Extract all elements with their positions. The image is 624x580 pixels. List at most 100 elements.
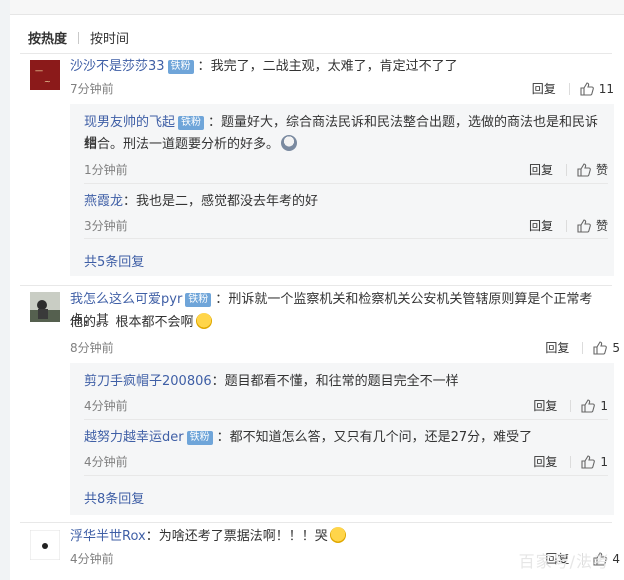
comment-body-line2: 他的。。根本都不会啊 <box>70 312 212 333</box>
comment-body: 浮华半世Rox：为啥还考了票据法啊！！！哭 <box>70 526 346 547</box>
thumbs-up-icon <box>581 454 596 469</box>
reply-time: 1分钟前 <box>84 163 128 177</box>
reply-text: 我也是二，感觉都没去年考的好 <box>136 194 319 209</box>
reply-username[interactable]: 剪刀手疯帽子200806 <box>84 374 212 389</box>
like-button[interactable]: 5 <box>593 341 620 355</box>
more-replies-link[interactable]: 共8条回复 <box>84 488 144 507</box>
fan-badge: 铁粉 <box>186 431 213 445</box>
action-divider <box>570 455 572 468</box>
reply-text: 题目都看不懂，和往常的题目完全不一样 <box>224 374 459 389</box>
comment-username[interactable]: 浮华半世Rox <box>70 529 146 544</box>
reply-actions: 回复 1 <box>533 397 608 414</box>
like-button[interactable]: 11 <box>580 82 614 96</box>
reply-divider <box>84 183 608 184</box>
comment-colon: ： <box>215 292 229 307</box>
comment-text: 为啥还考了票据法啊！！！哭 <box>158 529 328 544</box>
avatar-artwork-icon: 一 ~ <box>30 60 60 90</box>
avatar-photo-icon <box>30 292 60 322</box>
reply-button[interactable]: 回复 <box>532 80 556 97</box>
comment-colon: ： <box>145 529 159 544</box>
crying-face-emoji-icon <box>329 527 346 543</box>
reply-divider <box>84 238 608 239</box>
reply-time: 4分钟前 <box>84 399 128 413</box>
reply-body: 越努力越幸运der 铁粉 ：都不知道怎么答，又只有几个问，还是27分，难受了 <box>84 427 532 448</box>
thumbs-up-icon <box>593 340 608 355</box>
reply-colon: ： <box>211 374 225 389</box>
sort-bar: 按热度 按时间 <box>28 28 129 47</box>
comment-divider <box>20 522 612 523</box>
reply-text: 都不知道怎么答，又只有几个问，还是27分，难受了 <box>229 430 533 445</box>
reply-button[interactable]: 回复 <box>529 217 553 234</box>
like-count: 4 <box>612 551 620 566</box>
panel-top-edge <box>10 0 624 15</box>
like-count: 11 <box>598 81 614 96</box>
comment-username[interactable]: 沙沙不是莎莎33 <box>70 59 165 74</box>
reply-username[interactable]: 越努力越幸运der <box>84 430 184 445</box>
thumbs-up-icon <box>577 218 591 233</box>
reply-actions: 回复 赞 <box>529 217 608 234</box>
comment-time: 8分钟前 <box>70 341 114 355</box>
sort-divider <box>78 31 80 44</box>
like-count: 赞 <box>595 219 608 233</box>
comment-actions: 回复 11 <box>532 80 614 97</box>
fan-badge: 铁粉 <box>178 116 205 130</box>
svg-text:~: ~ <box>44 77 51 86</box>
avatar[interactable]: 一 ~ <box>30 60 60 90</box>
fan-badge: 铁粉 <box>167 60 194 74</box>
reply-actions: 回复 1 <box>533 453 608 470</box>
avatar-default-icon <box>29 529 61 561</box>
like-button[interactable]: 1 <box>581 455 608 469</box>
reply-text-continued: 结合。刑法一道题要分析的好多。 <box>84 137 280 152</box>
svg-text:一: 一 <box>35 67 43 76</box>
comment-body: 沙沙不是莎莎33 铁粉 ：我完了，二战主观，太难了，肯定过不了了 <box>70 56 458 77</box>
reply-button[interactable]: 回复 <box>533 453 557 470</box>
reply-actions: 回复 赞 <box>529 161 608 178</box>
reply-username[interactable]: 燕霞龙 <box>84 194 123 209</box>
reply-colon: ： <box>208 115 222 130</box>
crying-face-emoji-icon <box>195 313 212 329</box>
thumbs-up-icon <box>581 398 596 413</box>
action-divider <box>565 163 567 176</box>
comment-divider <box>20 53 612 54</box>
reply-divider <box>84 419 608 420</box>
watermark: 百家号/法考 <box>518 552 610 571</box>
reply-body: 燕霞龙：我也是二，感觉都没去年考的好 <box>84 191 318 212</box>
like-button[interactable]: 赞 <box>577 161 608 178</box>
more-replies-link[interactable]: 共5条回复 <box>84 251 144 270</box>
comment-time: 4分钟前 <box>70 552 114 566</box>
reply-time: 3分钟前 <box>84 219 128 233</box>
action-divider <box>565 219 567 232</box>
comment-time: 7分钟前 <box>70 82 114 96</box>
fan-badge: 铁粉 <box>185 293 212 307</box>
crying-face-emoji-icon <box>281 135 298 151</box>
reply-colon: ： <box>123 194 137 209</box>
reply-button[interactable]: 回复 <box>533 397 557 414</box>
reply-body-line2: 结合。刑法一道题要分析的好多。 <box>84 134 298 155</box>
comment-actions: 回复 5 <box>545 339 620 356</box>
avatar[interactable] <box>30 292 60 322</box>
action-divider <box>582 341 584 354</box>
comment-text-continued: 他的。。根本都不会啊 <box>70 315 194 330</box>
like-count: 1 <box>600 398 608 413</box>
comment-divider <box>20 285 612 286</box>
thumbs-up-icon <box>580 81 594 96</box>
comment-text: 我完了，二战主观，太难了，肯定过不了了 <box>210 59 458 74</box>
comment-username[interactable]: 我怎么这么可爱pyr <box>70 292 182 307</box>
comment-colon: ： <box>197 59 211 74</box>
thumbs-up-icon <box>577 162 591 177</box>
action-divider <box>570 399 572 412</box>
reply-username[interactable]: 现男友帅的飞起 <box>84 115 175 130</box>
reply-colon: ： <box>216 430 230 445</box>
reply-time: 4分钟前 <box>84 455 128 469</box>
like-count: 1 <box>600 454 608 469</box>
reply-button[interactable]: 回复 <box>545 339 569 356</box>
like-button[interactable]: 1 <box>581 399 608 413</box>
reply-button[interactable]: 回复 <box>529 161 553 178</box>
like-count: 5 <box>612 340 620 355</box>
reply-body: 剪刀手疯帽子200806：题目都看不懂，和往常的题目完全不一样 <box>84 371 459 392</box>
avatar[interactable] <box>29 529 61 561</box>
sort-by-hot-tab[interactable]: 按热度 <box>28 28 67 47</box>
action-divider <box>568 82 570 95</box>
sort-by-time-tab[interactable]: 按时间 <box>90 28 129 47</box>
like-button[interactable]: 赞 <box>577 217 608 234</box>
